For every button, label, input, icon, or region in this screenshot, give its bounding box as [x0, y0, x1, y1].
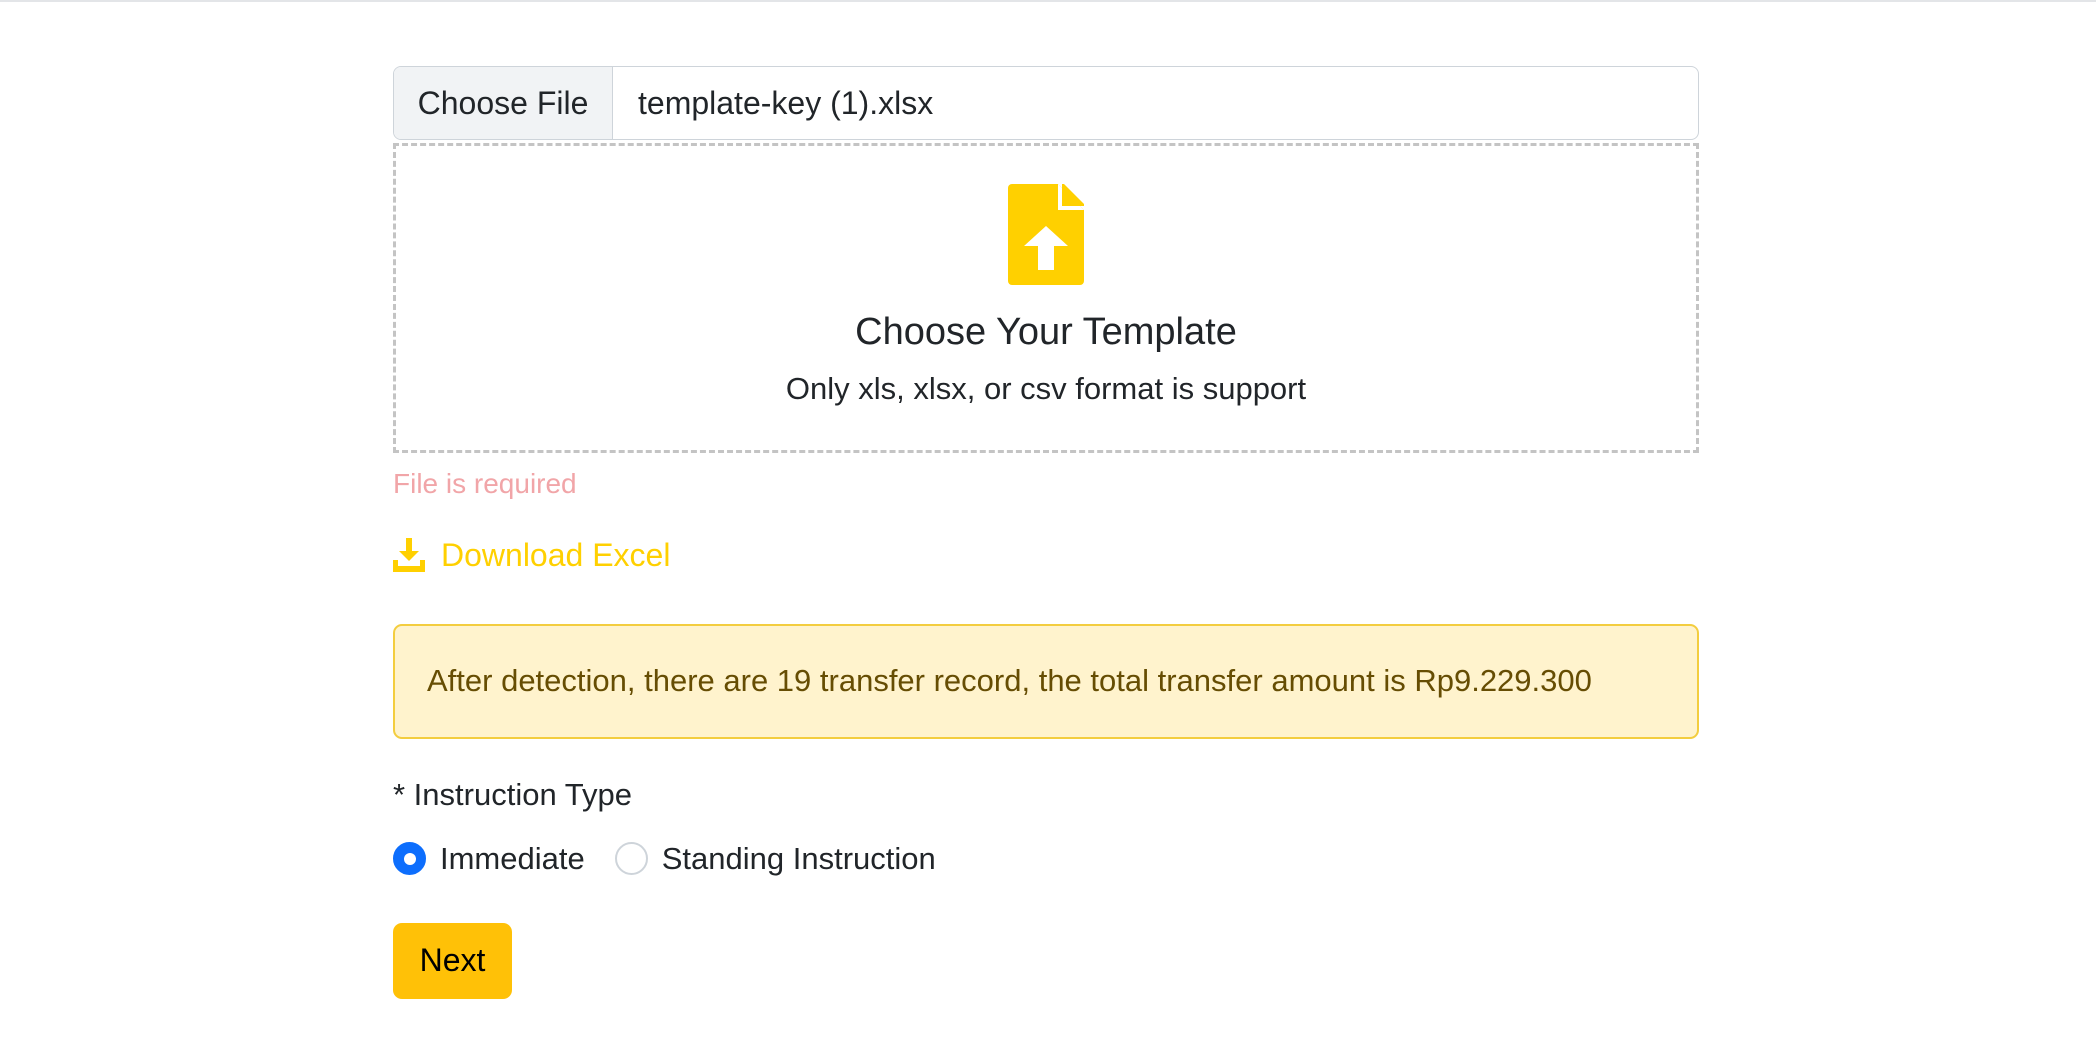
dropzone-title: Choose Your Template [855, 311, 1237, 353]
radio-standing-instruction[interactable] [614, 842, 648, 876]
next-button[interactable]: Next [393, 922, 512, 999]
detection-alert: After detection, there are 19 transfer r… [393, 623, 1699, 739]
file-required-error: File is required [393, 468, 577, 499]
radio-option-standing-instruction[interactable]: Standing Instruction [614, 841, 936, 877]
radio-option-immediate[interactable]: Immediate [393, 841, 585, 877]
file-input[interactable]: Choose File template-key (1).xlsx [393, 66, 1699, 140]
selected-file-name[interactable]: template-key (1).xlsx [613, 67, 1698, 139]
template-dropzone[interactable]: Choose Your Template Only xls, xlsx, or … [393, 143, 1699, 453]
instruction-type-label: * Instruction Type [393, 776, 632, 812]
choose-file-button[interactable]: Choose File [394, 67, 613, 139]
download-icon [393, 538, 425, 573]
detection-message: After detection, there are 19 transfer r… [427, 663, 1592, 699]
download-excel-label[interactable]: Download Excel [441, 537, 670, 574]
radio-standing-instruction-label[interactable]: Standing Instruction [662, 841, 936, 877]
file-upload-icon [1008, 184, 1084, 285]
download-excel-link[interactable]: Download Excel [393, 537, 670, 574]
dropzone-subtitle: Only xls, xlsx, or csv format is support [785, 371, 1307, 406]
instruction-type-radio-group: Immediate Standing Instruction [393, 841, 1699, 877]
radio-immediate-label[interactable]: Immediate [440, 841, 585, 877]
top-divider [0, 0, 2096, 2]
radio-immediate[interactable] [393, 842, 426, 876]
upload-form: Choose File template-key (1).xlsx Choose… [393, 66, 1699, 999]
